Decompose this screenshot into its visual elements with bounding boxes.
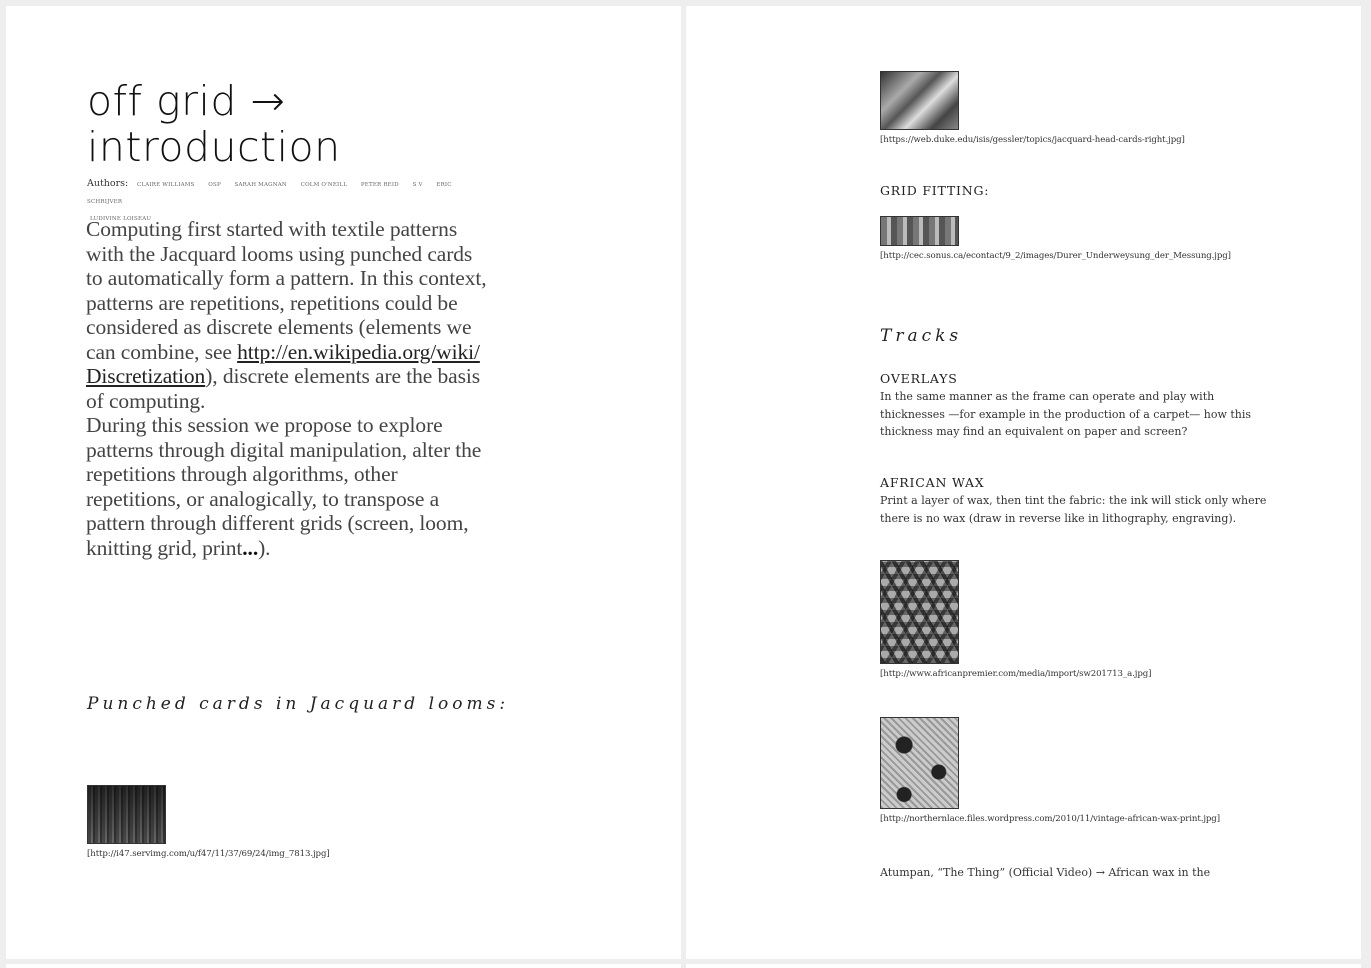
next-page-right (686, 964, 1361, 968)
image-caption: [http://northernlace.files.wordpress.com… (880, 814, 1220, 824)
authors-label: Authors: (87, 178, 129, 189)
tracks-heading: Tracks (880, 326, 963, 346)
title-line-2: introduction (87, 123, 341, 171)
vintage-wax-print-image[interactable] (880, 717, 959, 809)
african-wax-text: Print a layer of wax, then tint the fabr… (880, 494, 1267, 525)
author-name[interactable]: SARAH MAGNAN (235, 182, 287, 188)
intro-paragraph-2: During this session we propose to explor… (86, 413, 491, 560)
overlays-heading: OVERLAYS (880, 371, 958, 386)
ellipsis: ... (242, 535, 259, 560)
next-page-left (6, 964, 681, 968)
grid-fitting-heading: GRID FITTING: (880, 183, 990, 198)
intro-p2-text: During this session we propose to explor… (86, 413, 482, 560)
author-name[interactable]: S V (413, 182, 423, 188)
image-caption: [http://i47.servimg.com/u/f47/11/37/69/2… (87, 849, 330, 859)
author-name[interactable]: CLAIRE WILLIAMS (137, 182, 195, 188)
intro-paragraph-1: Computing first started with textile pat… (86, 217, 491, 413)
image-caption: [https://web.duke.edu/isis/gessler/topic… (880, 135, 1185, 145)
title-line-1: off grid → (87, 77, 286, 125)
intro-p2-end: ). (258, 535, 271, 560)
intro-text: Computing first started with textile pat… (86, 217, 491, 560)
punched-cards-image[interactable] (87, 785, 166, 844)
punched-cards-heading: Punched cards in Jacquard looms: (87, 694, 510, 714)
image-caption: [http://cec.sonus.ca/econtact/9_2/images… (880, 251, 1231, 261)
page-title: off grid → introduction (87, 78, 587, 170)
page-right: [https://web.duke.edu/isis/gessler/topic… (686, 6, 1361, 959)
wax-pattern-image[interactable] (880, 560, 959, 664)
author-name[interactable]: COLM O'NEILL (301, 182, 347, 188)
page-left: off grid → introduction Authors: CLAIRE … (6, 6, 681, 959)
atumpan-text: Atumpan, “The Thing” (Official Video) → … (880, 866, 1211, 879)
durer-image[interactable] (880, 216, 959, 246)
image-caption: [http://www.africanpremier.com/media/imp… (880, 669, 1152, 679)
author-name[interactable]: OSP (208, 182, 221, 188)
author-name[interactable]: PETER REID (361, 182, 399, 188)
overlays-text: In the same manner as the frame can oper… (880, 390, 1252, 438)
african-wax-heading: AFRICAN WAX (880, 475, 985, 490)
jacquard-head-image[interactable] (880, 71, 959, 130)
